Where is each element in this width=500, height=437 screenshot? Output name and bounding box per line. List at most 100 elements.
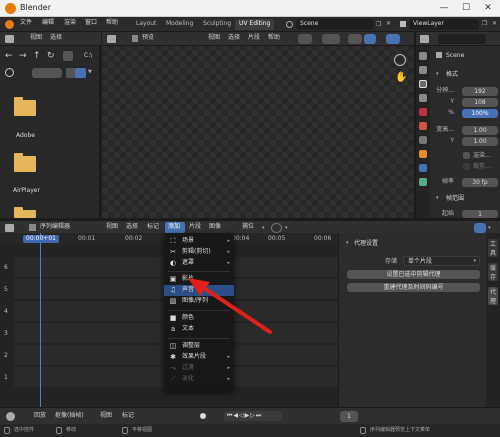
frame-range-chevron-icon[interactable]: ▾ <box>436 196 439 201</box>
view-layer-tab-icon[interactable] <box>419 94 427 102</box>
render-tab-icon[interactable] <box>419 66 427 74</box>
snap-selector[interactable]: 捕位 <box>242 224 254 230</box>
playback-menu[interactable]: 回放 <box>34 413 46 419</box>
current-frame-badge[interactable]: 00:00+01 <box>23 235 59 243</box>
properties-type-icon[interactable] <box>420 35 429 43</box>
aspect-y-field[interactable]: 1.00 <box>462 137 498 146</box>
modifier-tab-icon[interactable] <box>419 164 427 172</box>
add-adjustment-layer-item[interactable]: ◫ 调整层 <box>164 341 234 352</box>
format-panel-chevron-icon[interactable]: ▾ <box>436 72 439 77</box>
path-field[interactable]: C:\ <box>84 53 92 59</box>
proxy-panel-title[interactable]: 代理设置 <box>354 241 378 247</box>
tab-modeling[interactable]: Modeling <box>162 19 197 30</box>
output-tab-icon[interactable] <box>419 80 427 88</box>
folder-icon[interactable] <box>14 153 36 172</box>
filter-icon[interactable] <box>75 68 86 78</box>
seq-menu-add[interactable]: 添加 <box>168 224 180 230</box>
sidebar-tab-proxy[interactable]: 代理 <box>488 287 498 305</box>
frame-range-panel-title[interactable]: 帧范围 <box>446 196 464 202</box>
file-browser-type-icon[interactable] <box>5 35 14 43</box>
tool-tab-icon[interactable] <box>419 52 427 60</box>
pivot-icon[interactable] <box>298 34 312 44</box>
resolution-y-field[interactable]: 108 <box>462 98 498 107</box>
proportional-dropdown-icon[interactable]: ▾ <box>285 225 288 231</box>
preview-menu-help[interactable]: 帮助 <box>268 35 280 41</box>
resolution-percent-field[interactable]: 100% <box>462 109 498 118</box>
sequencer-overlay-icon[interactable] <box>474 223 486 233</box>
object-tab-icon[interactable] <box>419 150 427 158</box>
sidebar-tab-cache[interactable]: 缓存 <box>488 263 498 281</box>
properties-search-input[interactable] <box>438 34 486 44</box>
preview-menu-select[interactable]: 选择 <box>228 35 240 41</box>
seq-menu-strip[interactable]: 片段 <box>189 224 201 230</box>
particles-tab-icon[interactable] <box>419 178 427 186</box>
sidebar-tab-tool[interactable]: 工具 <box>488 239 498 257</box>
add-effect-strip-item[interactable]: ✱ 效果片段 ▸ <box>164 352 234 363</box>
search-icon[interactable] <box>5 68 14 77</box>
preview-menu-view[interactable]: 视图 <box>208 35 220 41</box>
proxy-panel-chevron-icon[interactable]: ▾ <box>346 241 349 246</box>
frame-start-field[interactable]: 1 <box>462 210 498 218</box>
gizmo-icon[interactable] <box>348 34 362 44</box>
collection-tab-icon[interactable] <box>419 136 427 144</box>
render-region-checkbox[interactable] <box>463 152 470 159</box>
zoom-icon[interactable] <box>394 54 406 66</box>
record-icon[interactable] <box>200 413 206 419</box>
menu-file[interactable]: 文件 <box>20 20 32 26</box>
add-transition-item[interactable]: ⤳ 过渡 ▸ <box>164 363 234 374</box>
view-layer-copy-icon[interactable]: ❐ <box>482 20 487 27</box>
rebuild-proxy-button[interactable]: 重建代理及时间码编号 <box>347 283 480 292</box>
world-tab-icon[interactable] <box>419 122 427 130</box>
back-arrow-icon[interactable]: ← <box>5 51 13 61</box>
scene-copy-icon[interactable]: ❐ <box>376 21 381 28</box>
scene-tab-icon[interactable] <box>419 108 427 116</box>
refresh-icon[interactable]: ↻ <box>47 51 55 61</box>
view-layer-close-icon[interactable]: ✕ <box>492 20 497 27</box>
seq-menu-view[interactable]: 视图 <box>106 224 118 230</box>
display-mode-buttons[interactable] <box>32 68 62 78</box>
tab-layout[interactable]: Layout <box>132 19 160 30</box>
add-fade-item[interactable]: ⟋ 淡化 ▸ <box>164 374 234 385</box>
set-selected-proxy-button[interactable]: 设置已选中剪辑代理 <box>347 270 480 279</box>
folder-icon[interactable] <box>14 207 36 218</box>
sequencer-type-icon[interactable] <box>5 224 14 232</box>
seq-menu-select[interactable]: 选择 <box>126 224 138 230</box>
folder-label[interactable]: Adobe <box>16 133 35 139</box>
crop-checkbox[interactable] <box>463 163 470 170</box>
add-scene-item[interactable]: ⛶ 场景 ▸ <box>164 236 234 247</box>
maximize-button[interactable]: ☐ <box>458 1 474 15</box>
playback-controls[interactable]: ⏮◀◁▶▷⏭ <box>224 411 282 421</box>
proportional-edit-icon[interactable] <box>271 223 282 233</box>
sequencer-overlay-dropdown-icon[interactable]: ▾ <box>488 225 491 231</box>
file-browser-menu-select[interactable]: 选择 <box>50 35 62 41</box>
overlay-toggle-icon[interactable] <box>364 34 376 44</box>
sequencer-view-type-selector[interactable]: 序列编辑器 <box>40 224 70 230</box>
blender-menu-icon[interactable] <box>5 20 14 29</box>
format-panel-title[interactable]: 格式 <box>446 72 458 78</box>
close-button[interactable]: ✕ <box>480 1 496 15</box>
preview-mode-selector[interactable]: 预览 <box>142 35 154 41</box>
overlays-icon[interactable] <box>386 34 400 44</box>
marker-menu[interactable]: 标记 <box>122 413 134 419</box>
forward-arrow-icon[interactable]: → <box>19 51 27 61</box>
folder-icon[interactable] <box>14 97 36 116</box>
resolution-x-field[interactable]: 192 <box>462 87 498 96</box>
snap-icon[interactable] <box>322 34 340 44</box>
current-frame-field[interactable]: 1 <box>340 411 358 422</box>
storage-dropdown[interactable]: 单个片段 ▾ <box>403 256 480 266</box>
tab-uv-editing[interactable]: UV Editing <box>235 19 275 30</box>
fps-field[interactable]: 30 fp <box>462 178 498 187</box>
menu-help[interactable]: 帮助 <box>106 20 118 26</box>
parent-dir-icon[interactable]: ↑ <box>33 51 41 61</box>
view-layer-selector[interactable]: ViewLayer <box>409 19 479 30</box>
scene-selector[interactable]: Scene <box>296 19 374 30</box>
aspect-x-field[interactable]: 1.00 <box>462 126 498 135</box>
hand-pan-icon[interactable]: ✋ <box>395 72 407 83</box>
sequencer-preview-viewport[interactable]: 预览 视图 选择 片段 帮助 ✋ <box>102 32 414 218</box>
view-menu[interactable]: 视图 <box>100 413 112 419</box>
keying-menu[interactable]: 抠像(插帧) <box>55 413 84 419</box>
seq-menu-marker[interactable]: 标记 <box>147 224 159 230</box>
minimize-button[interactable]: — <box>436 1 452 15</box>
file-browser-menu-view[interactable]: 视图 <box>30 35 42 41</box>
filter-dropdown-icon[interactable]: ▼ <box>88 69 92 75</box>
